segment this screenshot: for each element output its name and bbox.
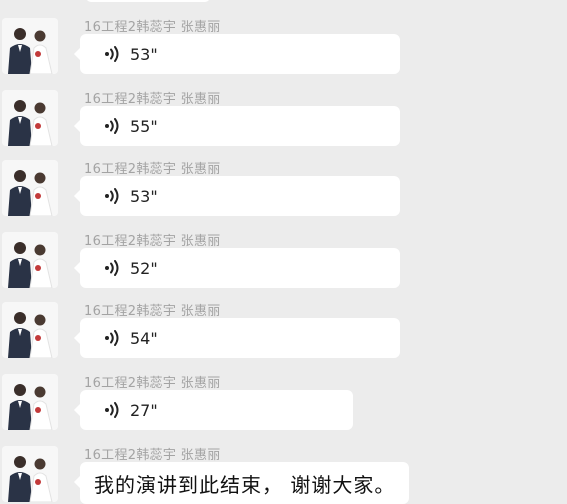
sender-name: 16工程2韩蕊宇 张惠丽 (84, 162, 221, 177)
couple-avatar-icon (2, 90, 58, 146)
sender-name: 16工程2韩蕊宇 张惠丽 (84, 304, 221, 319)
voice-duration: 27" (130, 400, 158, 420)
sender-avatar[interactable] (2, 160, 58, 216)
voice-duration: 53" (130, 44, 158, 64)
voice-wave-icon (105, 260, 119, 276)
message-text: 我的演讲到此结束， 谢谢大家。 (94, 472, 396, 497)
voice-message-bubble[interactable]: 53" (74, 34, 400, 74)
voice-message-bubble[interactable]: 52" (74, 248, 400, 288)
voice-duration: 54" (130, 328, 158, 348)
sender-name: 16工程2韩蕊宇 张惠丽 (84, 234, 221, 249)
voice-wave-icon (105, 330, 119, 346)
voice-message-bubble[interactable]: 27" (74, 390, 353, 430)
sender-name: 16工程2韩蕊宇 张惠丽 (84, 92, 221, 107)
couple-avatar-icon (2, 302, 58, 358)
couple-avatar-icon (2, 446, 58, 502)
voice-wave-icon (105, 402, 119, 418)
voice-message-bubble[interactable]: 53" (74, 176, 400, 216)
sender-avatar[interactable] (2, 18, 58, 74)
sender-avatar[interactable] (2, 302, 58, 358)
voice-wave-icon (105, 188, 119, 204)
sender-avatar[interactable] (2, 374, 58, 430)
sender-name: 16工程2韩蕊宇 张惠丽 (84, 20, 221, 35)
couple-avatar-icon (2, 374, 58, 430)
voice-message-bubble[interactable]: 54" (74, 318, 400, 358)
voice-duration: 52" (130, 258, 158, 278)
couple-avatar-icon (2, 232, 58, 288)
couple-avatar-icon (2, 160, 58, 216)
couple-avatar-icon (2, 18, 58, 74)
sender-name: 16工程2韩蕊宇 张惠丽 (84, 376, 221, 391)
sender-avatar[interactable] (2, 90, 58, 146)
text-message-bubble[interactable]: 我的演讲到此结束， 谢谢大家。 (73, 462, 410, 504)
voice-duration: 53" (130, 186, 158, 206)
voice-wave-icon (105, 46, 119, 62)
chat-message-list[interactable]: 16工程2韩蕊宇 张惠丽 53" 16工程2韩蕊宇 张惠丽 55" 16工程2韩… (0, 0, 567, 504)
sender-name: 16工程2韩蕊宇 张惠丽 (84, 448, 221, 463)
voice-duration: 55" (130, 116, 158, 136)
sender-avatar[interactable] (2, 446, 58, 502)
sender-avatar[interactable] (2, 232, 58, 288)
voice-message-bubble[interactable]: 55" (74, 106, 400, 146)
voice-wave-icon (105, 118, 119, 134)
